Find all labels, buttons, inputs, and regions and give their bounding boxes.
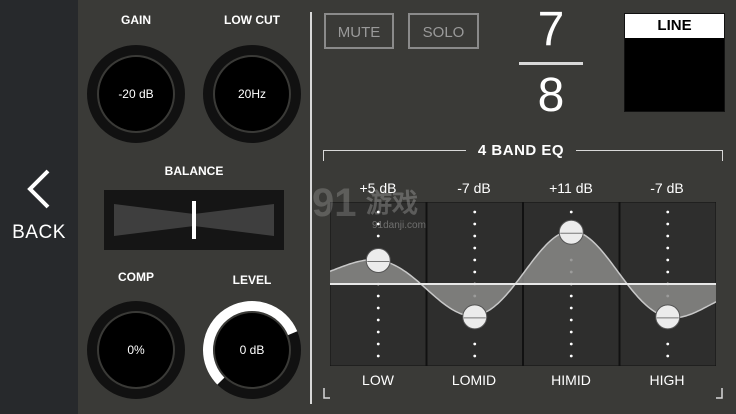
eq-title: 4 BAND EQ [466, 142, 576, 159]
eq-guide-dot [473, 270, 477, 274]
back-label: BACK [12, 222, 66, 243]
eq-guide-dot [666, 354, 670, 358]
eq-guide-dot [666, 222, 670, 226]
eq-guide-dot [473, 258, 477, 262]
comp-label: COMP [118, 270, 154, 284]
band-name-himid: HIMID [551, 372, 591, 388]
eq-guide-dot [666, 342, 670, 346]
band-name-lomid: LOMID [451, 372, 497, 388]
comp-value: 0% [127, 343, 145, 357]
gain-value: -20 dB [118, 87, 154, 101]
level-label: LEVEL [232, 273, 272, 287]
eq-guide-dot [473, 234, 477, 238]
eq-guide-dot [473, 246, 477, 250]
eq-guide-dot [376, 318, 380, 322]
eq-bracket-bottom [323, 388, 723, 399]
eq-guide-dot [376, 234, 380, 238]
channel-number-bottom: 8 [537, 69, 565, 122]
eq-handle-high[interactable] [655, 304, 681, 330]
eq-guide-dot [473, 342, 477, 346]
eq-handle-himid[interactable] [558, 219, 584, 245]
balance-slider[interactable] [104, 190, 284, 250]
back-button[interactable]: BACK [0, 0, 78, 414]
eq-guide-dot [376, 294, 380, 298]
mute-button[interactable]: MUTE [324, 13, 394, 49]
input-type-label: LINE [625, 14, 724, 38]
eq-guide-dot [569, 210, 573, 214]
channel-number-top: 7 [537, 3, 565, 56]
eq-guide-dot [666, 258, 670, 262]
band-gain-lomid: -7 dB [457, 180, 491, 196]
eq-guide-dot [666, 270, 670, 274]
balance-label: BALANCE [164, 164, 224, 178]
eq-guide-dot [473, 354, 477, 358]
eq-guide-dot [376, 210, 380, 214]
eq-guide-dot [569, 342, 573, 346]
eq-guide-dot [376, 342, 380, 346]
band-name-low: LOW [362, 372, 394, 388]
gain-label: GAIN [121, 13, 151, 27]
eq-guide-dot [376, 222, 380, 226]
eq-guide-dot [569, 318, 573, 322]
balance-handle[interactable] [192, 201, 196, 239]
eq-graph[interactable] [330, 202, 716, 366]
divider [310, 12, 312, 404]
low-cut-label: LOW CUT [224, 13, 280, 27]
eq-handle-low[interactable] [365, 248, 391, 273]
eq-guide-dot [666, 234, 670, 238]
chevron-left-icon [27, 169, 50, 209]
eq-guide-dot [569, 294, 573, 298]
channel-divider [519, 62, 583, 65]
level-value: 0 dB [239, 343, 265, 357]
input-type-selector[interactable]: LINE [624, 13, 725, 112]
eq-guide-dot [569, 330, 573, 334]
eq-guide-dot [666, 246, 670, 250]
eq-guide-dot [666, 210, 670, 214]
eq-handle-lomid[interactable] [462, 304, 488, 330]
solo-button[interactable]: SOLO [408, 13, 479, 49]
eq-guide-dot [376, 354, 380, 358]
balance-graphic [114, 201, 274, 239]
eq-guide-dot [376, 306, 380, 310]
band-gain-himid: +11 dB [549, 180, 593, 196]
eq-guide-dot [473, 222, 477, 226]
low-cut-value: 20Hz [237, 87, 266, 101]
band-gain-high: -7 dB [650, 180, 684, 196]
band-name-high: HIGH [649, 372, 685, 388]
band-gain-low: +5 dB [359, 180, 397, 196]
eq-guide-dot [473, 210, 477, 214]
eq-guide-dot [569, 306, 573, 310]
eq-guide-dot [376, 330, 380, 334]
eq-guide-dot [569, 354, 573, 358]
